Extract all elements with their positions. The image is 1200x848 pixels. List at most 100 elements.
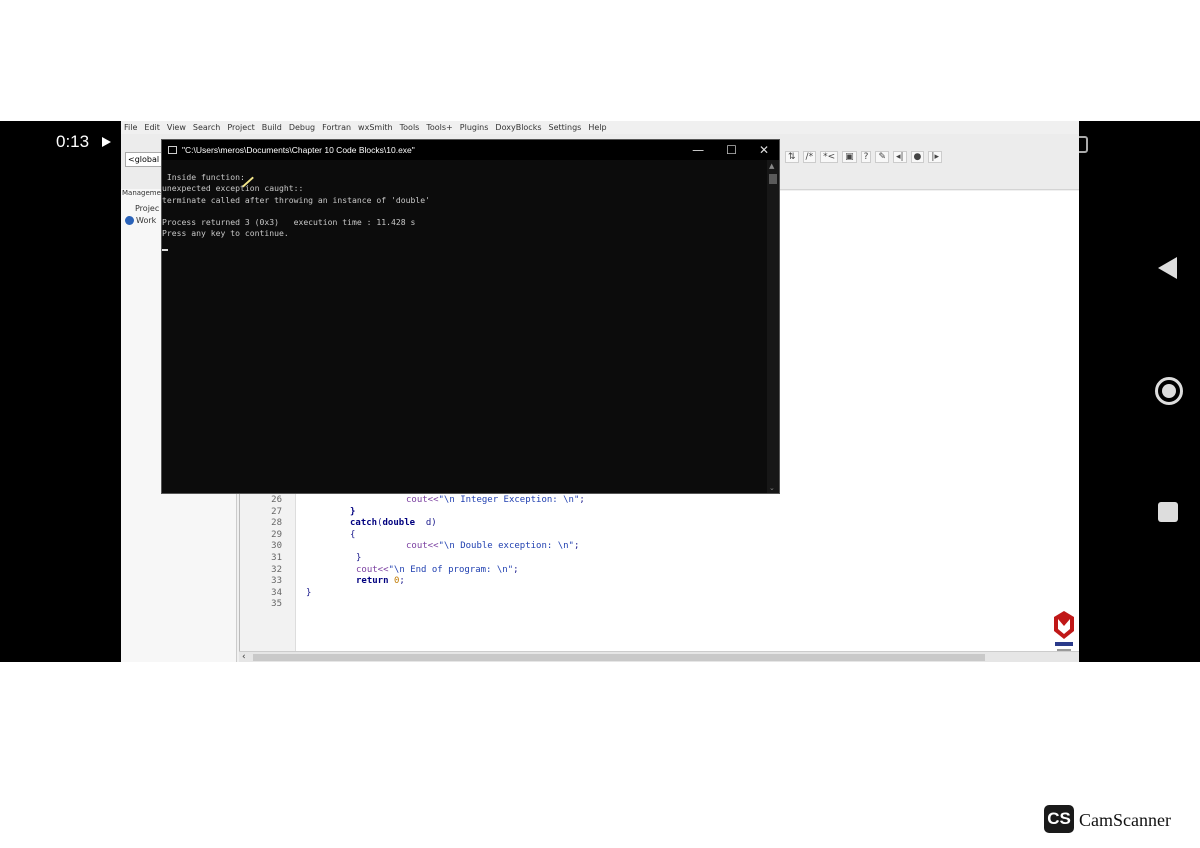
console-scrollbar[interactable]: ▲ ⌄	[767, 160, 779, 493]
menu-item-debug[interactable]: Debug	[289, 123, 315, 132]
code-token: }	[306, 587, 312, 598]
code-text: }	[350, 507, 355, 519]
code-token: "\n Double exception: \n"	[438, 541, 574, 552]
management-title: Manageme	[122, 189, 161, 197]
menu-item-doxyblocks[interactable]: DoxyBlocks	[495, 123, 541, 132]
scroll-up-icon[interactable]: ▲	[769, 162, 774, 170]
menu-item-project[interactable]: Project	[227, 123, 254, 132]
menu-item-settings[interactable]: Settings	[549, 123, 582, 132]
toolbar-btn-icon[interactable]: ●	[910, 151, 925, 163]
scroll-thumb[interactable]	[253, 654, 985, 661]
line-number: 29	[271, 529, 282, 540]
menu-item-view[interactable]: View	[167, 123, 186, 132]
console-cursor	[162, 249, 168, 252]
code-token: ;	[573, 541, 580, 552]
console-output: Inside function: unexpected exception cau…	[162, 172, 431, 252]
status-time: 0:13	[56, 132, 90, 151]
menu-item-tools[interactable]: Tools	[400, 123, 420, 132]
menu-item-fortran[interactable]: Fortran	[322, 123, 351, 132]
console-line: unexpected exception caught::	[162, 183, 304, 194]
menu-item-wxsmith[interactable]: wxSmith	[358, 123, 393, 132]
horizontal-scrollbar[interactable]: ‹	[239, 651, 1079, 662]
console-titlebar[interactable]: "C:\Users\meros\Documents\Chapter 10 Cod…	[162, 140, 779, 160]
code-token: }	[356, 552, 362, 563]
camscanner-logo: CS	[1044, 805, 1074, 833]
nav-recent-apps-icon[interactable]	[1158, 502, 1178, 522]
scroll-left-icon[interactable]: ‹	[242, 652, 246, 662]
toolbar-btn-icon[interactable]: ⇅	[785, 151, 799, 163]
code-token: double	[382, 518, 416, 529]
console-window[interactable]: "C:\Users\meros\Documents\Chapter 10 Cod…	[161, 139, 780, 494]
code-token: ;	[399, 576, 405, 587]
code-text: }	[306, 588, 311, 600]
line-number: 35	[271, 599, 282, 610]
toolbar-btn-icon[interactable]: ▣	[842, 151, 857, 163]
minimize-icon[interactable]: —	[692, 143, 704, 157]
close-icon[interactable]: ✕	[759, 143, 769, 157]
menu-item-tools-[interactable]: Tools+	[426, 123, 452, 132]
toolbar-btn-icon[interactable]: ✎	[875, 151, 889, 163]
mero-logo	[1054, 611, 1074, 651]
menu-bar: File Edit View Search Project Build Debug Fortr…	[121, 121, 1079, 134]
nav-home-icon[interactable]	[1155, 377, 1183, 405]
play-icon[interactable]	[102, 137, 111, 147]
menu-item-plugins[interactable]: Plugins	[460, 123, 489, 132]
code-token: return	[356, 576, 389, 587]
line-number: 33	[271, 576, 282, 587]
code-text: cout<<"\n End of program: \n";	[356, 565, 519, 577]
code-token: ;	[579, 495, 585, 505]
nav-back-icon[interactable]	[1158, 257, 1177, 279]
workspace-label: Work	[136, 216, 157, 225]
maximize-icon[interactable]: ☐	[726, 143, 737, 157]
workspace-globe-icon	[125, 216, 134, 225]
code-token: catch	[350, 518, 378, 529]
menu-item-search[interactable]: Search	[193, 123, 220, 132]
line-number: 28	[271, 518, 282, 529]
code-text: cout<<"\n Double exception: \n";	[406, 541, 579, 553]
console-line: Press any key to continue.	[162, 228, 289, 239]
console-title: "C:\Users\meros\Documents\Chapter 10 Cod…	[182, 145, 415, 155]
code-token: "\n End of program: \n"	[388, 564, 514, 575]
menu-item-build[interactable]: Build	[262, 123, 282, 132]
code-token: d)	[415, 518, 437, 529]
code-token: cout<<	[356, 564, 389, 575]
scope-combo[interactable]: <global	[125, 152, 165, 167]
line-number: 32	[271, 564, 282, 575]
code-token: "\n Integer Exception: \n"	[438, 495, 580, 505]
menu-item-file[interactable]: File	[124, 123, 137, 132]
workspace-item[interactable]: Work	[125, 216, 156, 225]
line-number: 27	[271, 506, 282, 517]
line-number: 34	[271, 587, 282, 598]
toolbar-btn-icon[interactable]: *<	[820, 151, 839, 163]
console-line: terminate called after throwing an insta…	[162, 194, 431, 205]
toolbar-btn-icon[interactable]: |▸	[928, 151, 942, 163]
scroll-down-icon[interactable]: ⌄	[769, 484, 775, 492]
window-controls: — ☐ ✕	[692, 140, 769, 160]
code-text: cout<<"\n Integer Exception: \n";	[406, 495, 585, 507]
code-token: {	[350, 529, 356, 540]
line-number: 26	[271, 495, 282, 505]
toolbar-btn-icon[interactable]: ◂|	[892, 151, 907, 163]
code-text: return 0;	[356, 576, 405, 588]
console-app-icon	[168, 146, 177, 154]
code-text: catch(double d)	[350, 518, 437, 530]
tab-projects[interactable]: Projec	[135, 204, 159, 213]
line-number: 31	[271, 552, 282, 563]
camscanner-text: CamScanner	[1079, 810, 1171, 830]
code-token: cout<<	[406, 541, 439, 552]
code-token: cout<<	[406, 495, 439, 505]
line-number: 30	[271, 541, 282, 552]
toolbar-btn-icon[interactable]: ?	[860, 151, 872, 163]
console-line: Inside function:	[162, 172, 245, 182]
menu-item-edit[interactable]: Edit	[144, 123, 160, 132]
code-text: {	[350, 530, 355, 542]
code-text: }	[356, 553, 361, 565]
toolbar-btn-icon[interactable]: /*	[802, 151, 817, 163]
console-scroll-thumb[interactable]	[769, 174, 777, 184]
menu-item-help[interactable]: Help	[588, 123, 606, 132]
code-token: ;	[513, 564, 519, 575]
console-line: Process returned 3 (0x3) execution time …	[162, 217, 416, 228]
toolbar-icons: ⇅ /* *< ▣ ? ✎ ◂| ● |▸	[785, 151, 942, 163]
code-token: }	[350, 506, 356, 517]
